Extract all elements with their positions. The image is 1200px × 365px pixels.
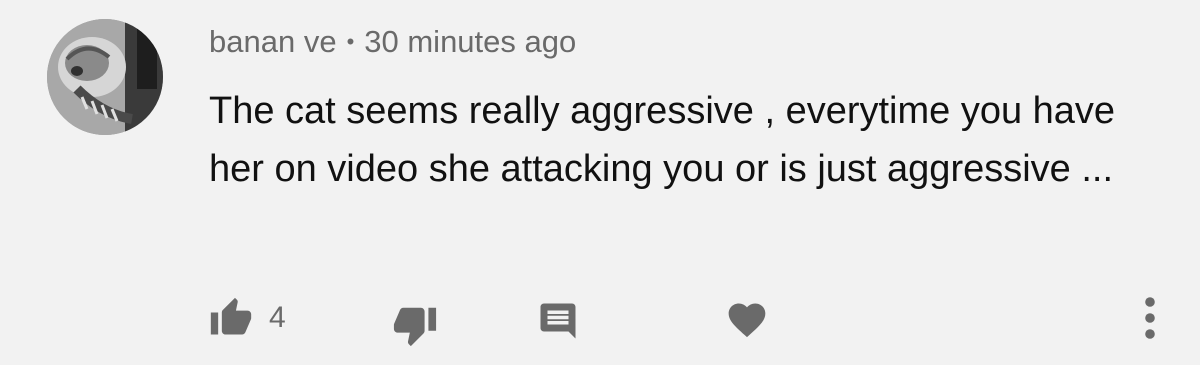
comment-text: The cat seems really aggressive , everyt… — [209, 90, 1116, 190]
heart-icon — [728, 303, 766, 338]
thumbs-down-icon — [393, 307, 437, 347]
like-button[interactable]: 4 — [209, 296, 286, 340]
meta-separator: • — [346, 29, 355, 54]
like-count: 4 — [269, 301, 286, 334]
comment-icon — [540, 303, 576, 339]
comment-actions: 4 — [0, 290, 1200, 350]
avatar-image — [47, 19, 163, 135]
author-name[interactable]: banan ve — [209, 24, 337, 59]
heart-button[interactable] — [725, 298, 769, 342]
comment-timestamp: 30 minutes ago — [364, 24, 577, 59]
dislike-button[interactable] — [392, 302, 438, 348]
thumbs-up-icon — [210, 297, 252, 335]
comment-meta: banan ve • 30 minutes ago — [209, 22, 576, 62]
avatar[interactable] — [47, 19, 163, 135]
more-vertical-icon — [1145, 297, 1155, 339]
comment-card: banan ve • 30 minutes ago The cat seems re… — [0, 0, 1200, 365]
reply-button[interactable] — [537, 300, 579, 342]
more-options-button[interactable] — [1130, 294, 1170, 342]
